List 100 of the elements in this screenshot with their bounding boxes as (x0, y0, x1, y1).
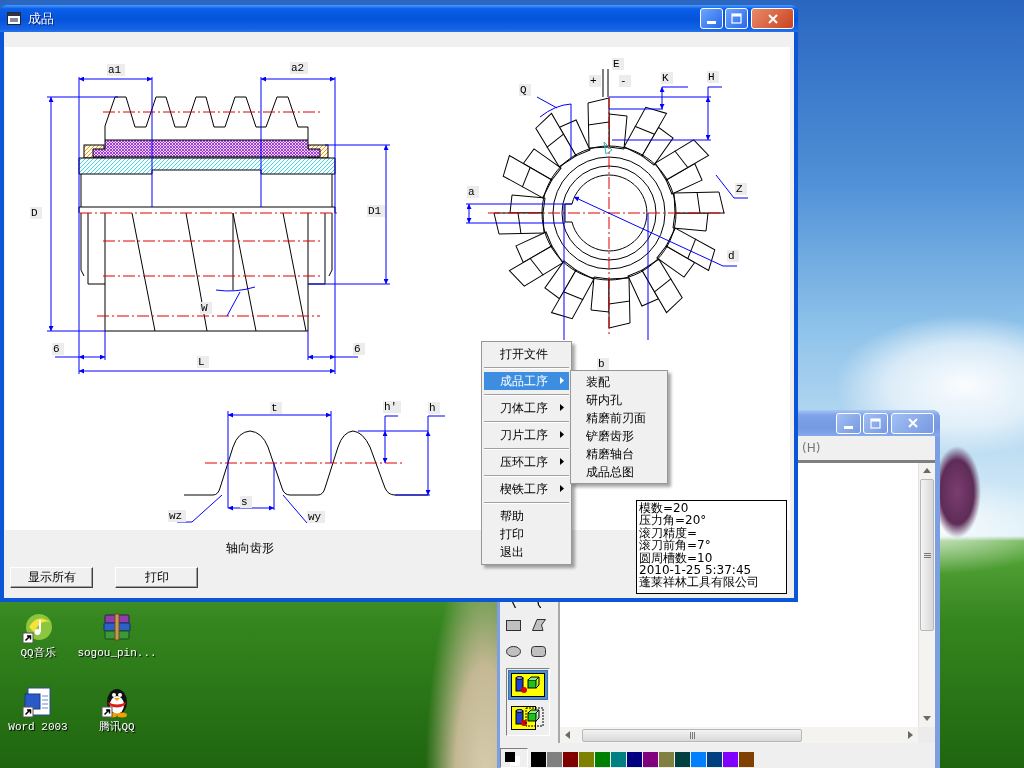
color-swatch[interactable] (643, 752, 658, 767)
info-text: 压力角=20° (639, 514, 708, 527)
menu-item[interactable]: 精磨轴台 (573, 445, 665, 463)
rectangle-tool-icon[interactable] (506, 619, 521, 631)
color-swatch[interactable] (531, 752, 546, 767)
dimension-label: Z (735, 183, 747, 195)
info-text: 蓬莱祥林工具有限公司 (639, 576, 760, 589)
scrollbar-thumb[interactable] (582, 728, 802, 742)
dimension-label: a (467, 186, 479, 198)
submenu-arrow-icon (560, 404, 564, 411)
color-swatch[interactable] (675, 752, 690, 767)
dimension-label: 6 (52, 343, 64, 355)
desktop-icon-label[interactable]: 腾讯QQ (99, 721, 135, 734)
color-swatch[interactable] (611, 752, 626, 767)
dimension-label: t (270, 402, 282, 414)
menu-item[interactable]: 铲磨齿形 (573, 427, 665, 445)
color-swatch[interactable] (723, 752, 738, 767)
dimension-label: a1 (107, 64, 126, 76)
desktop-icon-label[interactable]: QQ音乐 (20, 647, 56, 660)
color-swatch[interactable] (659, 752, 674, 767)
dimension-label: s (240, 496, 252, 508)
leader-line (282, 494, 308, 524)
scroll-down-arrow-icon[interactable] (923, 716, 931, 721)
menu-item[interactable]: (H) (802, 441, 821, 455)
maximize-icon (870, 417, 881, 429)
menu-item[interactable]: 楔铁工序 (484, 480, 569, 498)
drawing-caption: 轴向齿形 (226, 539, 274, 557)
grip-icon (689, 731, 695, 739)
info-text: 模数=20 (639, 502, 690, 515)
close-icon (907, 418, 918, 428)
shapes-icon[interactable] (508, 670, 548, 700)
maximize-button[interactable] (725, 8, 748, 29)
scroll-right-arrow-icon[interactable] (908, 731, 913, 739)
horizontal-scrollbar[interactable] (560, 727, 918, 743)
ellipse-tool-icon[interactable] (506, 645, 521, 657)
menu-item[interactable]: 打印 (484, 525, 569, 543)
close-button[interactable] (891, 412, 934, 434)
color-swatch[interactable] (627, 752, 642, 767)
info-text: 圆周槽数=10 (639, 551, 714, 565)
background-color-swatch[interactable] (510, 756, 520, 766)
menu-item[interactable]: 压环工序 (484, 453, 569, 471)
minimize-button[interactable] (700, 8, 723, 29)
menu-item[interactable]: 退出 (484, 543, 569, 561)
dimension-label: d (727, 250, 739, 262)
grip-icon (923, 552, 931, 558)
scroll-up-arrow-icon[interactable] (923, 468, 931, 473)
vertical-scrollbar[interactable] (918, 463, 935, 727)
dimension-label: h' (383, 401, 402, 413)
dimension-label: + (589, 75, 601, 87)
rounded-rectangle-tool-icon[interactable] (531, 645, 546, 657)
desktop-icon-label[interactable]: sogou_pin... (77, 647, 157, 660)
dimension-label: L (197, 356, 209, 368)
minimize-button[interactable] (836, 412, 861, 434)
show-all-button[interactable]: 显示所有 (10, 567, 93, 588)
color-swatch[interactable] (691, 752, 706, 767)
angle-dimension (215, 286, 256, 317)
maximize-button[interactable] (863, 412, 888, 434)
color-swatch[interactable] (739, 752, 754, 767)
menu-item[interactable]: 刀片工序 (484, 426, 569, 444)
dimension-label: K (661, 72, 673, 84)
close-button[interactable] (751, 8, 794, 29)
submenu-arrow-icon (560, 485, 564, 492)
scrollbar-thumb[interactable] (920, 479, 934, 631)
dimension-label: W (200, 302, 212, 314)
dimension-label: h (428, 402, 440, 414)
dimension-label: wz (168, 510, 187, 522)
desktop-icon-label[interactable]: Word 2003 (8, 721, 68, 734)
dimension-label: H (707, 71, 719, 83)
scroll-left-arrow-icon[interactable] (565, 731, 570, 739)
color-swatch[interactable] (563, 752, 578, 767)
menu-item[interactable]: 帮助 (484, 507, 569, 525)
color-swatch[interactable] (707, 752, 722, 767)
menu-item[interactable]: 刀体工序 (484, 399, 569, 417)
menu-item[interactable]: 精磨前刃面 (573, 409, 665, 427)
menu-item[interactable]: 研内孔 (573, 391, 665, 409)
menu-item[interactable]: 成品总图 (573, 463, 665, 481)
maximize-icon (731, 13, 742, 24)
foreground-color-swatch[interactable] (505, 752, 515, 762)
archive-file-icon[interactable] (101, 612, 133, 644)
submenu-arrow-icon (560, 458, 564, 465)
curve-tool-icon[interactable] (536, 602, 541, 608)
menu-item[interactable]: 打开文件 (484, 345, 569, 363)
color-swatch[interactable] (547, 752, 562, 767)
print-button[interactable]: 打印 (115, 567, 198, 588)
music-app-icon[interactable] (22, 612, 54, 644)
dimension-label: D (30, 207, 42, 219)
dimension-label: a2 (290, 62, 309, 74)
menu-item[interactable]: 装配 (573, 373, 665, 391)
color-swatch[interactable] (579, 752, 594, 767)
color-swatch[interactable] (595, 752, 610, 767)
line-tool-icon[interactable] (511, 602, 516, 608)
info-text: 滚刀前角=7° (639, 539, 712, 552)
info-text: 滚刀精度= (639, 526, 699, 540)
dimension-label: 6 (353, 343, 365, 355)
polygon-tool-icon[interactable] (531, 619, 546, 631)
submenu-arrow-icon (560, 377, 564, 384)
dimension-label: wy (307, 511, 326, 523)
word-document-icon[interactable] (22, 686, 54, 718)
minimize-icon (844, 425, 853, 429)
info-text: 2010-1-25 5:37:45 (639, 564, 752, 577)
